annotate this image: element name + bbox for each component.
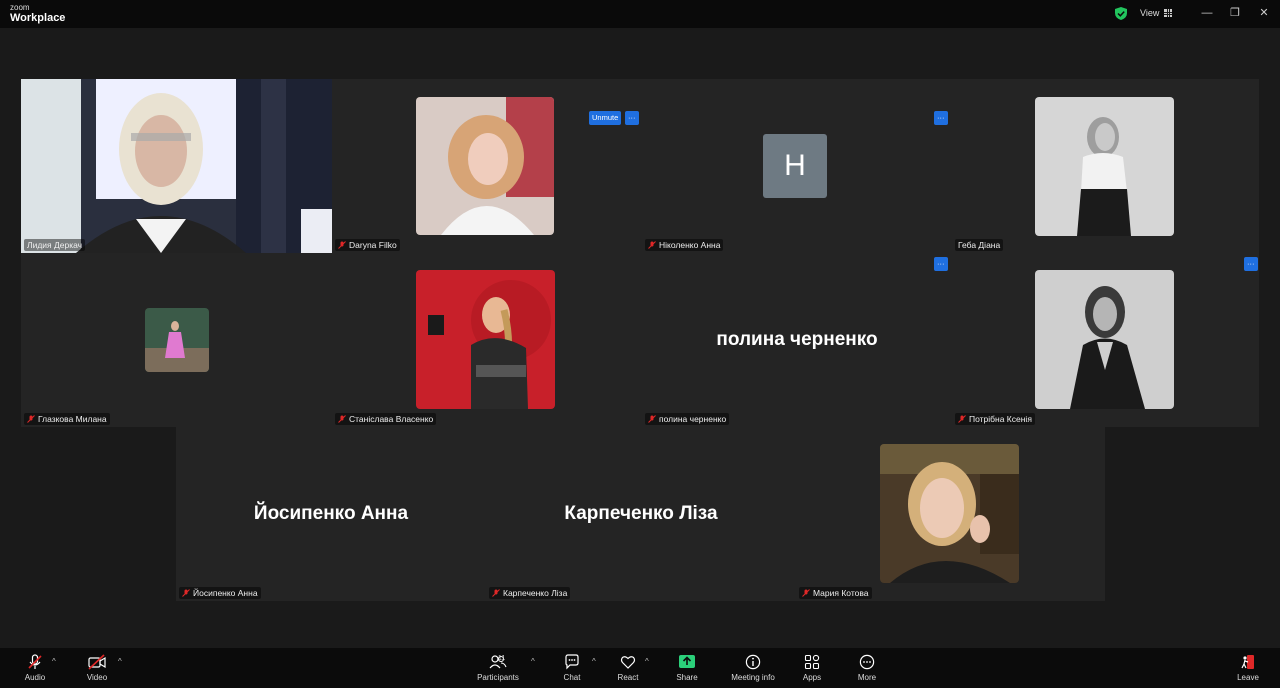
participant-name: Станіслава Власенко [335,413,437,425]
profile-photo [416,97,554,235]
participant-tile-9[interactable]: Карпеченко Ліза Карпеченко Ліза [486,427,796,601]
mic-muted-icon [648,241,656,249]
apps-icon [804,654,820,670]
grid-view-icon [1164,9,1173,17]
share-label: Share [676,673,698,682]
camera-off-icon [88,654,106,670]
participant-tile-4[interactable]: Глазкова Милана [21,253,332,427]
participant-display-name: Йосипенко Анна [253,503,409,524]
unmute-button[interactable]: Unmute [589,111,622,125]
close-icon[interactable]: ✕ [1257,6,1271,20]
participant-name: Ніколенко Анна [645,239,724,251]
mic-muted-icon [338,241,346,249]
audio-button[interactable]: Audio [20,654,50,682]
participant-more-button[interactable]: ··· [1244,257,1258,271]
participants-count: 11 [498,655,506,662]
meeting-info-button[interactable]: Meeting info [728,654,778,682]
participants-button[interactable]: 11 Participants [476,654,520,682]
video-button[interactable]: Video [84,654,110,682]
mic-muted-icon [958,415,966,423]
participant-name: Потрібна Ксенія [955,413,1035,425]
participant-name: полина черненко [645,413,730,425]
mic-muted-icon [492,589,500,597]
participant-name: Йосипенко Анна [179,587,261,599]
audio-label: Audio [24,673,46,682]
restore-icon[interactable]: ❐ [1228,6,1242,20]
apps-label: Apps [802,673,822,682]
participant-tile-10[interactable]: Мария Котова [796,427,1105,601]
participant-tile-6[interactable]: полина черненко полина черненко [642,253,952,427]
participant-display-name: Карпеченко Ліза [564,503,718,524]
share-button[interactable]: Share [674,654,700,682]
participant-name: Геба Діана [955,239,1004,251]
heart-icon [620,656,636,669]
mic-muted-icon [28,654,42,669]
participant-tile-7[interactable]: Потрібна Ксенія [952,253,1259,427]
participant-tile-0[interactable]: Лидия Деркач [21,79,332,253]
video-label: Video [86,673,108,682]
mic-muted-icon [648,415,656,423]
mic-muted-icon [182,589,190,597]
meeting-info-label: Meeting info [731,673,775,682]
more-icon [859,654,875,670]
view-label: View [1140,8,1160,18]
chat-options-chevron-icon[interactable]: ^ [592,657,596,666]
apps-button[interactable]: Apps [800,654,824,682]
participant-more-button[interactable]: ··· [934,111,948,125]
participant-name: Daryna Filko [335,239,400,251]
participant-tile-3[interactable]: Геба Діана [952,79,1259,253]
mic-muted-icon [338,415,346,423]
profile-photo [145,308,209,372]
react-button[interactable]: React [616,654,640,682]
leave-label: Leave [1237,673,1259,682]
participant-tile-5[interactable]: Станіслава Власенко [332,253,642,427]
video-options-chevron-icon[interactable]: ^ [118,657,122,666]
brand-large: Workplace [10,12,66,24]
meeting-toolbar: Audio ^ Video ^ 11 Participants ^ Chat ^ [0,648,1280,688]
participant-name: Мария Котова [799,587,872,599]
chat-label: Chat [563,673,581,682]
more-label: More [857,673,877,682]
participant-tile-1[interactable]: Daryna Filko [332,79,642,253]
profile-photo [1035,270,1174,409]
view-button[interactable]: View [1140,8,1173,18]
participant-name: Глазкова Милана [24,413,110,425]
leave-button[interactable]: Leave [1236,654,1260,682]
chat-icon [565,654,579,670]
leave-icon [1241,655,1254,669]
participant-tile-8[interactable]: Йосипенко Анна Йосипенко Анна [176,427,486,601]
participant-tile-2[interactable]: H Ніколенко Анна [642,79,952,253]
info-icon [745,654,761,670]
more-button[interactable]: More [855,654,879,682]
brand-small: zoom [10,3,30,12]
share-screen-icon [679,655,695,668]
mic-muted-icon [27,415,35,423]
app-logo: zoom Workplace [10,4,65,24]
minimize-icon[interactable]: — [1200,6,1214,20]
participants-options-chevron-icon[interactable]: ^ [531,657,535,666]
profile-photo [880,444,1019,583]
participant-initial-avatar: H [763,134,827,198]
shield-icon[interactable] [1115,7,1127,20]
mic-muted-icon [802,589,810,597]
profile-photo [416,270,555,409]
participant-name: Карпеченко Ліза [489,587,571,599]
react-options-chevron-icon[interactable]: ^ [645,657,649,666]
audio-options-chevron-icon[interactable]: ^ [52,657,56,666]
participant-more-button[interactable]: ··· [934,257,948,271]
chat-button[interactable]: Chat [560,654,584,682]
profile-photo [1035,97,1174,236]
title-bar: zoom Workplace View — ❐ ✕ [0,0,1280,28]
participant-display-name: полина черненко [716,329,878,350]
video-gallery: Лидия Деркач Daryna Filko H Ніколенко Ан… [0,28,1280,648]
participant-name: Лидия Деркач [24,239,86,251]
participants-label: Participants [477,673,519,682]
participant-more-button[interactable]: ··· [625,111,639,125]
react-label: React [617,673,639,682]
participant-video [21,79,332,253]
